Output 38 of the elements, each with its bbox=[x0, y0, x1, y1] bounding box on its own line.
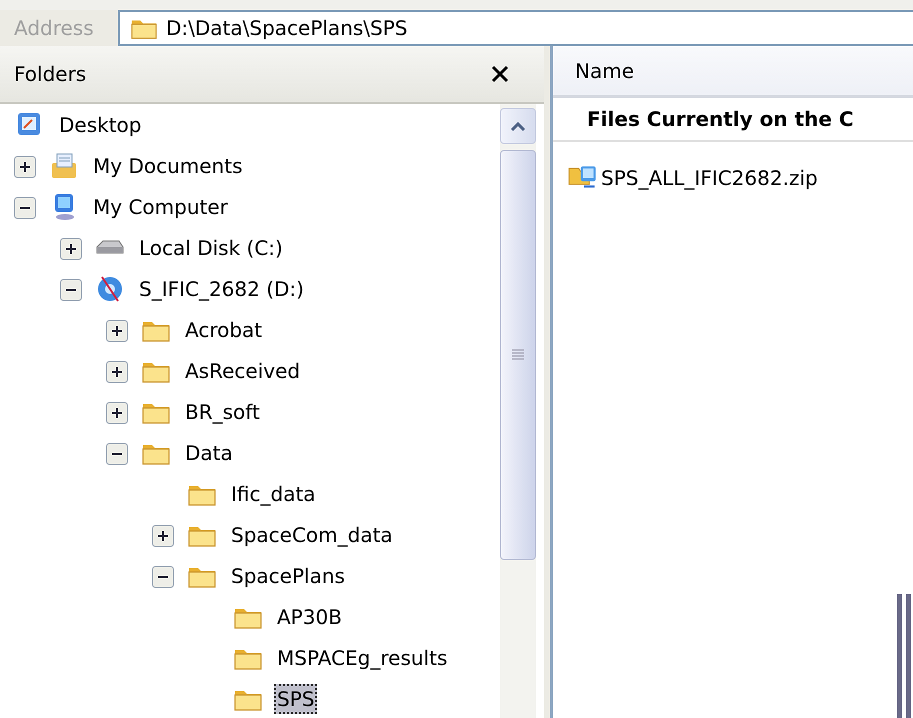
tree-item[interactable]: Acrobat bbox=[182, 314, 266, 344]
folders-title: Folders bbox=[14, 61, 86, 88]
tree-item[interactable]: S_IFIC_2682 (D:) bbox=[136, 274, 307, 304]
expand-button[interactable] bbox=[106, 361, 128, 384]
tree-item[interactable]: Local Disk (C:) bbox=[136, 232, 286, 262]
tree-item[interactable]: My Computer bbox=[90, 192, 231, 222]
vertical-scrollbar[interactable] bbox=[500, 104, 536, 718]
expand-button[interactable] bbox=[60, 238, 82, 260]
tree-item[interactable]: SpacePlans bbox=[228, 560, 348, 590]
tree-item[interactable]: AP30B bbox=[274, 602, 345, 632]
file-name[interactable]: SPS_ALL_IFIC2682.zip bbox=[601, 163, 818, 193]
expand-button[interactable] bbox=[106, 402, 128, 424]
group-heading: Files Currently on the C bbox=[553, 98, 913, 142]
tree-item[interactable]: Ific_data bbox=[228, 478, 319, 508]
collapse-button[interactable] bbox=[60, 279, 82, 302]
tree-item[interactable]: Desktop bbox=[56, 110, 144, 140]
tree-item[interactable]: SpaceCom_data bbox=[228, 520, 396, 550]
tree-item[interactable]: Data bbox=[182, 438, 236, 468]
grip-icon bbox=[511, 348, 525, 362]
collapse-button[interactable] bbox=[152, 566, 174, 588]
address-field[interactable]: D:\Data\SpacePlans\SPS bbox=[118, 10, 913, 46]
name-column-label: Name bbox=[575, 58, 634, 84]
column-header[interactable]: Name bbox=[553, 46, 913, 98]
address-label: Address bbox=[13, 15, 95, 42]
expand-button[interactable] bbox=[14, 156, 36, 178]
collapse-button[interactable] bbox=[14, 197, 36, 220]
chevron-up-icon bbox=[510, 121, 526, 131]
tree-item[interactable]: MSPACEg_results bbox=[274, 642, 450, 672]
scroll-thumb[interactable] bbox=[500, 150, 536, 560]
collapse-button[interactable] bbox=[106, 443, 128, 466]
tree-item[interactable]: AsReceived bbox=[182, 356, 304, 386]
close-icon[interactable] bbox=[491, 65, 509, 83]
tree-item[interactable]: SPS bbox=[274, 684, 318, 714]
tree-item[interactable]: My Documents bbox=[90, 150, 246, 180]
tree-item[interactable]: BR_soft bbox=[182, 396, 263, 426]
expand-button[interactable] bbox=[152, 525, 174, 548]
scroll-up-button[interactable] bbox=[500, 108, 536, 144]
expand-button[interactable] bbox=[106, 320, 128, 342]
